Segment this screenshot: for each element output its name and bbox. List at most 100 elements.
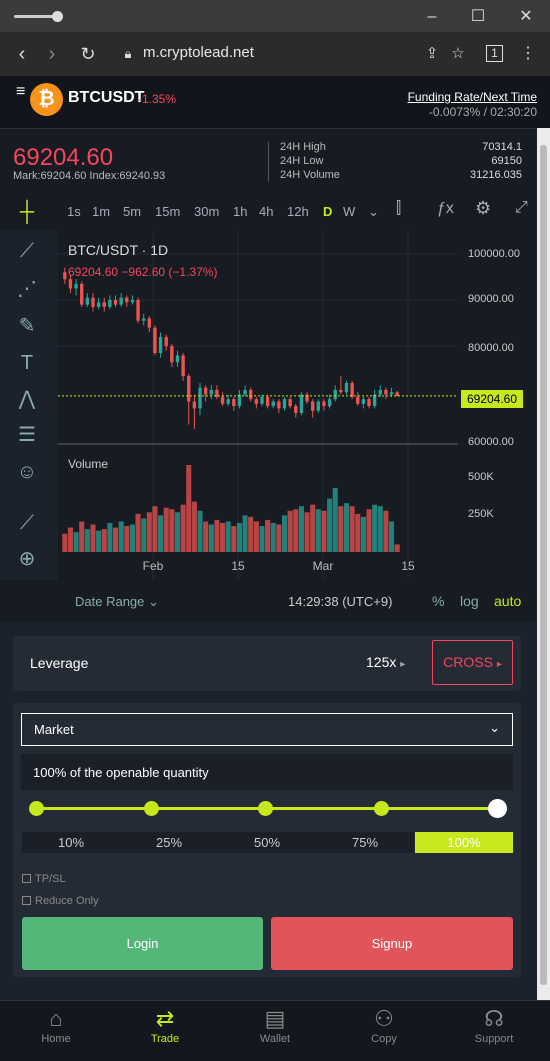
order-type-select[interactable]: Market ⌄ [21,713,513,746]
menu-icon[interactable]: ⋮ [516,42,540,66]
fullscreen-icon[interactable]: ⤢ [515,199,528,217]
scale-auto[interactable]: auto [494,593,521,609]
forward-icon[interactable]: › [40,42,64,66]
scale-percent[interactable]: % [432,593,444,609]
support-icon: ☊ [484,1006,504,1031]
measure-icon[interactable]: ☰ [14,422,40,448]
cross-button[interactable]: CROSS ▸ [432,640,513,685]
slider-stop[interactable] [144,801,159,816]
reduce-only-checkbox[interactable]: Reduce Only [22,895,99,907]
pattern-icon[interactable]: ⋀ [14,386,40,412]
pct-100[interactable]: 100% [415,832,513,853]
pct-75[interactable]: 75% [316,832,414,853]
trendline-icon[interactable]: ⟋ [14,238,40,264]
volume-title: Volume [68,457,109,471]
slider-stop[interactable] [258,801,273,816]
reload-icon[interactable]: ↻ [76,42,100,66]
tf-w[interactable]: W [343,204,355,219]
site-info-icon[interactable]: 🔒︎ [116,42,140,66]
slider-stop[interactable] [29,801,44,816]
tf-4h[interactable]: 4h [259,204,273,219]
leverage-value-text: 125x [366,654,397,670]
leverage-value[interactable]: 125x ▸ [366,654,405,670]
tab-trade[interactable]: ⇄ Trade [125,1005,205,1045]
tab-copy[interactable]: ⚇ Copy [344,1005,424,1045]
indicator-icon[interactable]: ƒx [437,200,454,218]
tf-1s[interactable]: 1s [67,204,81,219]
brightness-slider-knob[interactable] [52,11,63,22]
candle-body [395,392,399,396]
tab-support[interactable]: ☊ Support [454,1005,534,1045]
high-value: 70314.1 [482,141,522,153]
candle-body [119,297,123,305]
text-icon[interactable]: T [14,350,40,376]
minimize-icon[interactable]: – [420,6,444,28]
tpsl-checkbox[interactable]: TP/SL [22,873,66,885]
y-tick: 80000.00 [468,342,514,354]
scale-log[interactable]: log [460,593,479,609]
back-icon[interactable]: ‹ [10,42,34,66]
candle-type-icon[interactable]: ⫿ [396,200,401,218]
candle-body [226,399,230,404]
candle-body [141,318,146,321]
tf-30m[interactable]: 30m [194,204,219,219]
crosshair-icon[interactable]: ┼ [14,199,40,225]
settings-icon[interactable]: ⚙ [475,198,491,219]
candle-body [232,399,236,407]
candle-body [80,283,84,305]
tab-wallet[interactable]: ▤ Wallet [235,1005,315,1045]
chart-svg[interactable]: Feb 15 Mar 15 [58,230,458,580]
volume-bar [293,509,299,552]
ruler-icon[interactable]: ⟋ [14,510,40,536]
share-icon[interactable]: ⇪ [420,42,444,66]
tf-d[interactable]: D [323,204,332,219]
scrollbar-thumb[interactable] [540,145,547,985]
volume-bar [73,532,79,552]
pair-selector[interactable]: BTCUSDT [68,89,144,107]
maximize-icon[interactable]: ☐ [466,6,490,28]
candle-body [108,299,112,307]
tf-1h[interactable]: 1h [233,204,247,219]
volume-bar [355,513,361,552]
login-button[interactable]: Login [22,917,263,970]
ticker-stat-labels: 24H High 24H Low 24H Volume [280,140,340,182]
tab-home[interactable]: ⌂ Home [16,1005,96,1045]
url-text[interactable]: m.cryptolead.net [143,44,254,61]
tf-12h[interactable]: 12h [287,204,309,219]
price-chart[interactable]: Feb 15 Mar 15 [58,230,458,580]
candle-body [68,279,73,289]
tf-15m[interactable]: 15m [155,204,180,219]
pct-10[interactable]: 10% [22,832,120,853]
date-range-button[interactable]: Date Range ⌄ [75,594,159,610]
candle-body [158,336,163,354]
pct-50[interactable]: 50% [218,832,316,853]
candle-body [288,399,292,407]
close-icon[interactable]: ✕ [514,6,538,28]
checkbox-icon [22,874,31,883]
bookmark-icon[interactable]: ☆ [446,42,470,66]
volume-bar [208,524,214,552]
volume-bar [152,506,158,552]
funding-link[interactable]: Funding Rate/Next Time [408,90,537,104]
tf-5m[interactable]: 5m [123,204,141,219]
volume-bar [62,533,68,552]
candle-body [198,387,202,409]
quantity-field[interactable]: 100% of the openable quantity [21,754,513,790]
tf-more-icon[interactable]: ⌄ [368,204,379,220]
zoom-icon[interactable]: ⊕ [14,546,40,572]
slider-handle[interactable] [488,799,507,818]
chevron-right-icon: ▸ [400,659,406,670]
tpsl-label: TP/SL [35,873,66,885]
volume-bar [118,521,124,552]
slider-stop[interactable] [374,801,389,816]
signup-button[interactable]: Signup [271,917,513,970]
emoji-icon[interactable]: ☺ [14,459,40,485]
tf-1m[interactable]: 1m [92,204,110,219]
candle-body [63,272,67,280]
pct-25[interactable]: 25% [120,832,218,853]
fib-icon[interactable]: ⋰ [14,276,40,302]
tab-count[interactable]: 1 [486,45,503,62]
chevron-down-icon: ⌄ [489,720,500,735]
brush-icon[interactable]: ✎ [14,313,40,339]
hamburger-icon[interactable]: ≡ [16,84,25,100]
